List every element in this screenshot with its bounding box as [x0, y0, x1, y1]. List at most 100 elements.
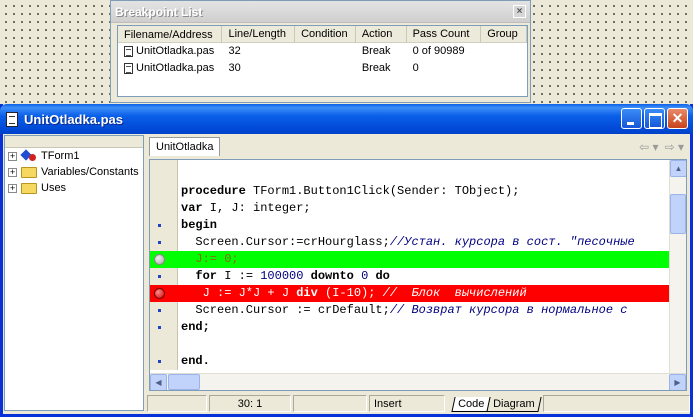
horizontal-scroll-thumb[interactable] — [168, 374, 200, 390]
breakpoint-table: Filename/Address Line/Length Condition A… — [117, 25, 528, 97]
comment: // Блок вычислений — [382, 286, 527, 300]
breakpoint-list-window: Breakpoint List × Filename/Address Line/… — [110, 0, 531, 103]
code-line[interactable]: Screen.Cursor:=crHourglass;//Устан. курс… — [150, 234, 669, 251]
code-lines: procedure TForm1.Button1Click(Sender: TO… — [150, 166, 669, 370]
minimize-icon[interactable] — [621, 108, 642, 129]
close-icon[interactable]: ✕ — [667, 108, 688, 129]
tab-code[interactable]: Code — [451, 397, 491, 412]
keyword: downto — [303, 269, 354, 283]
code-text: var I, J: integer; — [181, 200, 311, 217]
code-segment: Screen.Cursor:=crHourglass; — [181, 235, 390, 249]
horizontal-scrollbar[interactable]: ◀ ▶ — [150, 373, 686, 390]
keyword: div — [296, 286, 318, 300]
tree-item-label: TForm1 — [41, 150, 80, 162]
code-text: for I := 100000 downto 0 do — [181, 268, 390, 285]
keyword: procedure — [181, 184, 246, 198]
status-panel-filler — [542, 395, 690, 412]
scroll-left-icon[interactable]: ◀ — [150, 374, 167, 390]
line-marker-dot — [158, 309, 161, 312]
scroll-right-icon[interactable]: ▶ — [669, 374, 686, 390]
navigation-arrows: ⇦ ▾ ⇨ ▾ — [639, 140, 684, 154]
keyword: do — [368, 269, 390, 283]
column-header-group[interactable]: Group — [481, 26, 527, 43]
scroll-up-icon[interactable]: ▲ — [670, 160, 686, 177]
code-text: begin — [181, 217, 217, 234]
code-line[interactable]: for I := 100000 downto 0 do — [150, 268, 669, 285]
code-line[interactable]: end. — [150, 353, 669, 370]
code-text: procedure TForm1.Button1Click(Sender: TO… — [181, 183, 519, 200]
cell-group — [481, 43, 527, 60]
vertical-scroll-thumb[interactable] — [670, 194, 686, 234]
tree-item-label: Variables/Constants — [41, 166, 139, 178]
column-header-pass-count[interactable]: Pass Count — [407, 26, 482, 43]
breakpoint-list-titlebar[interactable]: Breakpoint List × — [111, 1, 530, 23]
back-arrow-icon[interactable]: ⇦ ▾ — [639, 140, 658, 154]
cell-condition — [295, 60, 356, 77]
code-segment: I, J: integer; — [202, 201, 311, 215]
column-header-condition[interactable]: Condition — [295, 26, 356, 43]
maximize-icon[interactable] — [644, 108, 665, 129]
cell-filename-text: UnitOtladka.pas — [136, 45, 215, 57]
keyword: end. — [181, 354, 210, 368]
code-explorer-tree: + TForm1 + Variables/Constants + Uses — [4, 135, 144, 411]
execution-point-line[interactable]: J:= 0; — [150, 251, 669, 268]
cursor-position: 30: 1 — [209, 395, 291, 412]
file-icon — [124, 46, 133, 57]
code-line[interactable]: begin — [150, 217, 669, 234]
cell-action: Break — [361, 45, 391, 57]
table-row[interactable]: UnitOtladka.pas 32 Break 0 of 90989 — [118, 43, 527, 60]
number-literal: 0 — [353, 269, 369, 283]
code-line[interactable]: var I, J: integer; — [150, 200, 669, 217]
breakpoint-line[interactable]: J := J*J + J div (I-10); // Блок вычисле… — [150, 285, 669, 302]
column-header-action[interactable]: Action — [356, 26, 407, 43]
editor-tabstrip: UnitOtladka ⇦ ▾ ⇨ ▾ — [147, 135, 690, 158]
code-line[interactable] — [150, 336, 669, 353]
number-literal: 100000 — [260, 269, 304, 283]
editor-titlebar[interactable]: UnitOtladka.pas ✕ — [0, 104, 693, 134]
column-header-filename[interactable]: Filename/Address — [118, 26, 223, 43]
tree-scrollbar[interactable] — [5, 136, 143, 148]
column-header-line[interactable]: Line/Length — [222, 26, 296, 43]
tab-code-label: Code — [458, 398, 485, 410]
cell-group — [481, 60, 527, 77]
code-editor[interactable]: procedure TForm1.Button1Click(Sender: TO… — [149, 159, 687, 391]
tab-unitotladka[interactable]: UnitOtladka — [149, 137, 221, 156]
disabled-breakpoint-icon[interactable] — [154, 254, 165, 265]
insert-mode: Insert — [369, 395, 445, 412]
status-panel-modified — [293, 395, 367, 412]
folder-icon — [21, 182, 37, 194]
window-title: UnitOtladka.pas — [24, 111, 123, 127]
file-icon — [124, 63, 133, 74]
line-marker-dot — [158, 275, 161, 278]
breakpoint-list-title: Breakpoint List — [115, 4, 203, 19]
code-text: J := J*J + J div (I-10); // Блок вычисле… — [181, 285, 527, 302]
code-text: end. — [181, 353, 210, 370]
comment: //Устан. курсора в сост. "песочные — [389, 235, 635, 249]
tree-item-uses[interactable]: + Uses — [5, 180, 143, 196]
close-icon[interactable]: × — [513, 5, 526, 18]
cell-condition — [295, 43, 356, 60]
forward-arrow-icon[interactable]: ⇨ ▾ — [665, 140, 684, 154]
code-line[interactable]: procedure TForm1.Button1Click(Sender: TO… — [150, 183, 669, 200]
status-bar: 30: 1 Insert Code Diagram — [147, 394, 690, 413]
code-segment: Screen.Cursor := crDefault; — [181, 303, 390, 317]
table-row[interactable]: UnitOtladka.pas 30 Break 0 — [118, 60, 527, 77]
vertical-scrollbar[interactable]: ▲ — [669, 160, 686, 373]
tree-item-variables[interactable]: + Variables/Constants — [5, 164, 143, 180]
code-editor-area: UnitOtladka ⇦ ▾ ⇨ ▾ procedure TForm1.But… — [147, 135, 690, 394]
code-line[interactable] — [150, 166, 669, 183]
code-line[interactable]: end; — [150, 319, 669, 336]
breakpoint-table-header: Filename/Address Line/Length Condition A… — [118, 26, 527, 43]
tree-item-tform1[interactable]: + TForm1 — [5, 148, 143, 164]
view-tabs: Code Diagram — [451, 395, 542, 412]
code-text: J:= 0; — [181, 251, 238, 268]
breakpoint-icon[interactable] — [154, 288, 165, 299]
tab-diagram[interactable]: Diagram — [486, 397, 542, 412]
code-text: Screen.Cursor := crDefault;// Возврат ку… — [181, 302, 627, 319]
code-line[interactable]: Screen.Cursor := crDefault;// Возврат ку… — [150, 302, 669, 319]
window-controls: ✕ — [621, 108, 688, 129]
expand-icon[interactable]: + — [8, 151, 17, 161]
expand-icon[interactable]: + — [8, 183, 17, 193]
expand-icon[interactable]: + — [8, 167, 17, 177]
keyword: for — [181, 269, 218, 283]
